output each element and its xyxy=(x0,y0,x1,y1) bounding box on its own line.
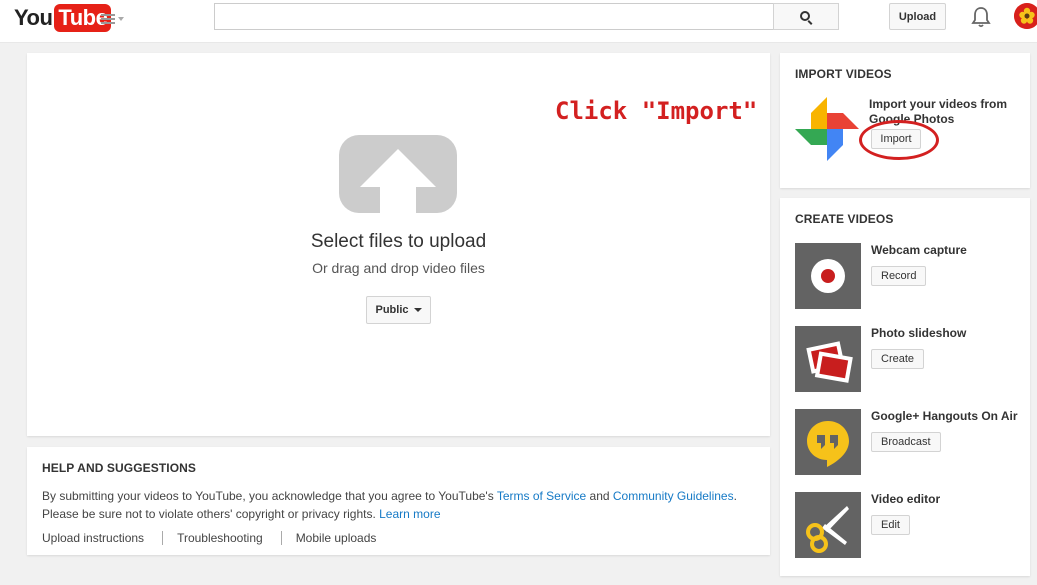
import-videos-title: IMPORT VIDEOS xyxy=(795,67,892,81)
edit-button[interactable]: Edit xyxy=(871,515,910,535)
help-text-line2: Please be sure not to violate others' co… xyxy=(42,507,380,521)
video-editor-label: Video editor xyxy=(871,492,941,506)
hangouts-on-air-item: Google+ Hangouts On Air Broadcast xyxy=(795,409,1018,475)
help-links: Upload instructions Troubleshooting Mobi… xyxy=(42,531,755,545)
create-videos-title: CREATE VIDEOS xyxy=(795,212,894,226)
search-button[interactable] xyxy=(773,3,839,30)
hangouts-icon xyxy=(795,409,861,475)
webcam-capture-item: Webcam capture Record xyxy=(795,243,1015,309)
logo-you-text: You xyxy=(14,5,53,30)
search-input[interactable] xyxy=(214,3,774,30)
community-guidelines-link[interactable]: Community Guidelines xyxy=(613,489,734,503)
youtube-logo[interactable]: You Tube xyxy=(14,3,112,33)
import-button[interactable]: Import xyxy=(871,129,921,149)
google-photos-icon xyxy=(795,97,859,161)
create-button[interactable]: Create xyxy=(871,349,925,369)
upload-arrow-icon[interactable] xyxy=(339,135,457,213)
photos-slideshow-icon xyxy=(795,326,861,392)
help-text: By submitting your videos to YouTube, yo… xyxy=(42,487,755,523)
scissors-icon xyxy=(795,492,861,558)
help-text-suffix: . xyxy=(733,489,737,503)
drag-drop-text: Or drag and drop video files xyxy=(312,260,485,276)
record-button[interactable]: Record xyxy=(871,266,927,286)
upload-button[interactable]: Upload xyxy=(889,3,946,30)
webcam-capture-label: Webcam capture xyxy=(871,243,967,257)
photo-slideshow-item: Photo slideshow Create xyxy=(795,326,1015,392)
guide-menu-icon[interactable] xyxy=(101,11,125,27)
help-text-and: and xyxy=(586,489,613,503)
mobile-uploads-link[interactable]: Mobile uploads xyxy=(296,531,377,545)
video-editor-item: Video editor Edit xyxy=(795,492,1015,558)
record-icon xyxy=(795,243,861,309)
click-import-annotation: Click "Import" xyxy=(555,97,758,125)
upload-instructions-link[interactable]: Upload instructions xyxy=(42,531,144,545)
broadcast-button[interactable]: Broadcast xyxy=(871,432,941,452)
learn-more-link[interactable]: Learn more xyxy=(379,507,440,521)
help-and-suggestions-panel: HELP AND SUGGESTIONS By submitting your … xyxy=(27,447,770,555)
google-photos-import: Import your videos from Google Photos Im… xyxy=(795,97,1015,167)
help-title: HELP AND SUGGESTIONS xyxy=(42,461,197,475)
chevron-down-icon xyxy=(413,308,422,312)
divider xyxy=(280,531,282,545)
masthead: You Tube Upload xyxy=(0,0,1037,43)
select-files-heading[interactable]: Select files to upload xyxy=(27,231,770,253)
divider xyxy=(162,531,164,545)
photo-slideshow-label: Photo slideshow xyxy=(871,326,967,340)
terms-of-service-link[interactable]: Terms of Service xyxy=(497,489,586,503)
privacy-label: Public xyxy=(375,304,409,316)
account-avatar[interactable] xyxy=(1014,3,1037,29)
import-videos-panel: IMPORT VIDEOS Import your videos from Go… xyxy=(780,53,1030,188)
troubleshooting-link[interactable]: Troubleshooting xyxy=(177,531,263,545)
help-text-prefix: By submitting your videos to YouTube, yo… xyxy=(42,489,497,503)
notifications-bell-icon[interactable] xyxy=(971,6,991,28)
hangouts-on-air-label: Google+ Hangouts On Air xyxy=(871,409,1018,423)
search-icon xyxy=(800,10,810,21)
privacy-dropdown[interactable]: Public xyxy=(366,296,431,324)
create-videos-panel: CREATE VIDEOS Webcam capture Record Phot… xyxy=(780,198,1030,576)
